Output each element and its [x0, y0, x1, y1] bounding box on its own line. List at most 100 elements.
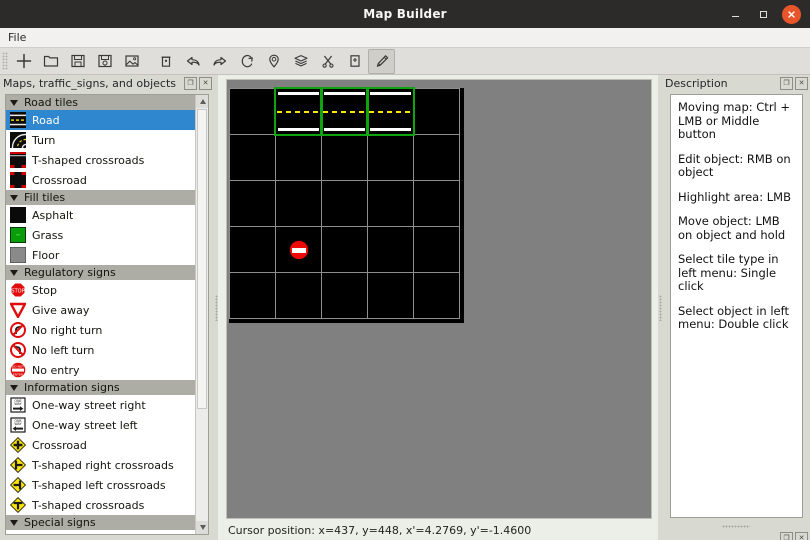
no-entry-bar — [292, 247, 306, 253]
tree-item-crossroad[interactable]: Crossroad — [6, 435, 196, 455]
add-page-icon[interactable] — [341, 49, 368, 74]
map-cell[interactable] — [321, 272, 368, 319]
layers-icon[interactable] — [287, 49, 314, 74]
map-grid[interactable] — [229, 87, 464, 323]
tree-item-give-away[interactable]: Give away — [6, 300, 196, 320]
map-cell[interactable] — [367, 134, 414, 181]
chevron-down-icon — [199, 525, 206, 530]
tree-item-t-shaped-right-crossroads[interactable]: T-shaped right crossroads — [6, 455, 196, 475]
left-panel-close-button[interactable]: ✕ — [199, 77, 212, 90]
map-road-tile[interactable] — [322, 89, 367, 134]
map-cell[interactable] — [413, 134, 460, 181]
map-cell[interactable] — [275, 180, 322, 227]
tree-group-information-signs[interactable]: Information signs — [6, 380, 196, 395]
fill-panel-close-button[interactable]: ✕ — [795, 532, 808, 540]
rotate-icon[interactable] — [233, 49, 260, 74]
map-road-tile[interactable] — [368, 89, 413, 134]
tree-item-t-shaped-left-crossroads[interactable]: T-shaped left crossroads — [6, 475, 196, 495]
tree-item-no-right-turn[interactable]: No right turn — [6, 320, 196, 340]
crossroad-tile-icon — [10, 172, 26, 188]
tree-scroll-up-button[interactable] — [196, 95, 208, 108]
menu-item-file[interactable]: File — [0, 28, 34, 47]
svg-text:ENTER: ENTER — [13, 372, 23, 376]
export-image-icon[interactable] — [118, 49, 145, 74]
map-cell[interactable] — [321, 134, 368, 181]
svg-text:STOP: STOP — [11, 288, 24, 294]
map-cell[interactable] — [413, 226, 460, 273]
map-cell[interactable] — [229, 272, 276, 319]
tree-scroll-down-button[interactable] — [196, 521, 208, 534]
map-cell[interactable] — [275, 272, 322, 319]
minimize-button[interactable] — [726, 5, 744, 23]
tree-item-no-left-turn[interactable]: No left turn — [6, 340, 196, 360]
description-paragraph: Move object: LMB on object and hold — [678, 214, 786, 242]
tree-item-label: No right turn — [32, 323, 103, 337]
map-cell[interactable] — [413, 88, 460, 135]
new-icon[interactable] — [10, 49, 37, 74]
tree-item-floor[interactable]: Floor — [6, 245, 196, 265]
toolbar-grip[interactable] — [2, 52, 8, 70]
map-cell[interactable] — [229, 180, 276, 227]
map-cell[interactable] — [229, 226, 276, 273]
map-cell[interactable] — [275, 134, 322, 181]
status-bar: Cursor position: x=437, y=448, x'=4.2769… — [218, 520, 658, 540]
map-pin-icon[interactable] — [260, 49, 287, 74]
map-road-tile[interactable] — [276, 89, 321, 134]
tree-item-grass[interactable]: Grass — [6, 225, 196, 245]
map-cell[interactable] — [413, 180, 460, 227]
description-paragraph: Moving map: Ctrl + LMB or Middle button — [678, 100, 791, 141]
map-cell[interactable] — [367, 272, 414, 319]
triangle-down-icon — [10, 194, 18, 201]
tree-item-one-way-street-right[interactable]: ONE WAY One-way street right — [6, 395, 196, 415]
description-text-box: Moving map: Ctrl + LMB or Middle button E… — [670, 94, 803, 518]
save-icon[interactable] — [64, 49, 91, 74]
tree-item-turn[interactable]: Turn — [6, 130, 196, 150]
tree-item-t-shaped-crossroads[interactable]: T-shaped crossroads — [6, 150, 196, 170]
tile-tree[interactable]: Road tiles Road Turn T-shaped crossroads Cro… — [6, 95, 196, 534]
map-cell[interactable] — [367, 226, 414, 273]
tree-item-road[interactable]: Road — [6, 110, 196, 130]
map-cell[interactable] — [413, 272, 460, 319]
save-as-icon[interactable] — [91, 49, 118, 74]
undo-icon[interactable] — [179, 49, 206, 74]
tree-group-road-tiles[interactable]: Road tiles — [6, 95, 196, 110]
delete-trash-icon[interactable] — [152, 49, 179, 74]
one-way-right-sign-icon: ONEWAY — [10, 397, 26, 413]
tree-group-fill-tiles[interactable]: Fill tiles — [6, 190, 196, 205]
tree-item-stop[interactable]: STOP Stop — [6, 280, 196, 300]
left-panel-float-button[interactable]: ❐ — [184, 77, 197, 90]
road-edge-line — [370, 128, 411, 131]
tree-item-no-entry[interactable]: DO NOT ENTER No entry — [6, 360, 196, 380]
road-tile-icon — [10, 112, 26, 128]
maximize-button[interactable] — [754, 5, 772, 23]
description-panel-float-button[interactable]: ❐ — [780, 77, 793, 90]
map-cell[interactable] — [321, 180, 368, 227]
cursor-position-text: Cursor position: x=437, y=448, x'=4.2769… — [228, 523, 532, 537]
current-fill-panel: ❐ ✕ Current fill Road — [662, 530, 810, 540]
tree-scroll-thumb[interactable] — [197, 109, 207, 409]
tree-group-special-signs[interactable]: Special signs — [6, 515, 196, 530]
road-center-dash — [277, 110, 320, 113]
map-object-no-entry-sign[interactable] — [290, 241, 308, 259]
map-cell[interactable] — [229, 134, 276, 181]
redo-icon[interactable] — [206, 49, 233, 74]
scissors-icon[interactable] — [314, 49, 341, 74]
tree-item-label: Crossroad — [32, 438, 87, 452]
fill-panel-float-button[interactable]: ❐ — [780, 532, 793, 540]
fill-brush-icon[interactable] — [368, 48, 395, 74]
tree-scrollbar[interactable] — [195, 95, 208, 534]
map-cell[interactable] — [367, 180, 414, 227]
open-folder-icon[interactable] — [37, 49, 64, 74]
map-cell[interactable] — [321, 226, 368, 273]
map-cell[interactable] — [229, 88, 276, 135]
description-panel-close-button[interactable]: ✕ — [795, 77, 808, 90]
left-panel-title: Maps, traffic_signs, and objects — [3, 77, 176, 90]
tree-item-one-way-street-left[interactable]: ONE WAY One-way street left — [6, 415, 196, 435]
tree-item-crossroad[interactable]: Crossroad — [6, 170, 196, 190]
dock-splitter[interactable] — [662, 523, 810, 530]
tree-item-asphalt[interactable]: Asphalt — [6, 205, 196, 225]
close-button[interactable] — [782, 4, 801, 24]
map-canvas[interactable] — [226, 79, 652, 519]
tree-item-t-shaped-crossroads[interactable]: T-shaped crossroads — [6, 495, 196, 515]
tree-group-regulatory-signs[interactable]: Regulatory signs — [6, 265, 196, 280]
